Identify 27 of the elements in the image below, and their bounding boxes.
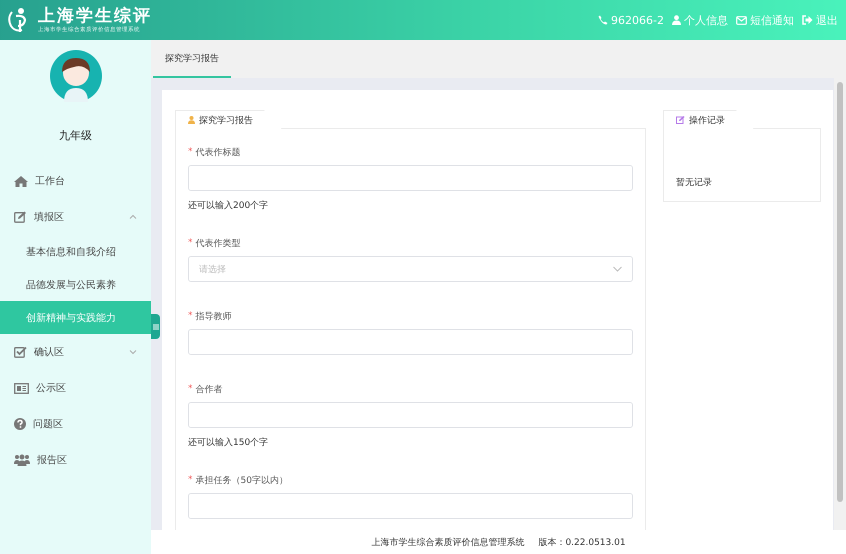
app-title: 上海学生综评: [38, 6, 152, 26]
field-label: 承担任务（50字以内）: [196, 474, 288, 486]
char-count-hint: 还可以输入200个字: [188, 200, 270, 213]
menu-item[interactable]: 报告区: [0, 442, 151, 478]
field-label: 合作者: [196, 384, 222, 396]
menu-item[interactable]: 公示区: [0, 370, 151, 406]
panel-tab[interactable]: 操作记录: [663, 110, 754, 129]
menu-item[interactable]: 确认区: [0, 334, 151, 370]
footer-version: 版本：0.22.0513.01: [538, 536, 626, 548]
grade-label: 九年级: [58, 128, 93, 143]
menu-item[interactable]: 工作台: [0, 163, 151, 199]
required-mark: *: [188, 311, 192, 321]
submenu-item[interactable]: 品德发展与公民素养: [0, 268, 151, 301]
panel-tab[interactable]: 探究学习报告: [175, 110, 282, 129]
field-label: 代表作标题: [196, 146, 240, 158]
required-mark: *: [188, 475, 192, 485]
field-label: 指导教师: [196, 310, 232, 322]
menu-item[interactable]: 问题区: [0, 406, 151, 442]
footer-system: 上海市学生综合素质评价信息管理系统: [371, 536, 524, 548]
empty-message: 暂无记录: [676, 176, 712, 189]
menu-item[interactable]: 填报区: [0, 199, 151, 235]
field-label: 代表作类型: [196, 238, 240, 250]
required-mark: *: [188, 147, 192, 157]
char-count-hint: 还可以输入150个字: [188, 436, 270, 450]
required-mark: *: [188, 238, 192, 248]
submenu-item[interactable]: 基本信息和自我介绍: [0, 235, 151, 268]
required-mark: *: [188, 384, 192, 394]
